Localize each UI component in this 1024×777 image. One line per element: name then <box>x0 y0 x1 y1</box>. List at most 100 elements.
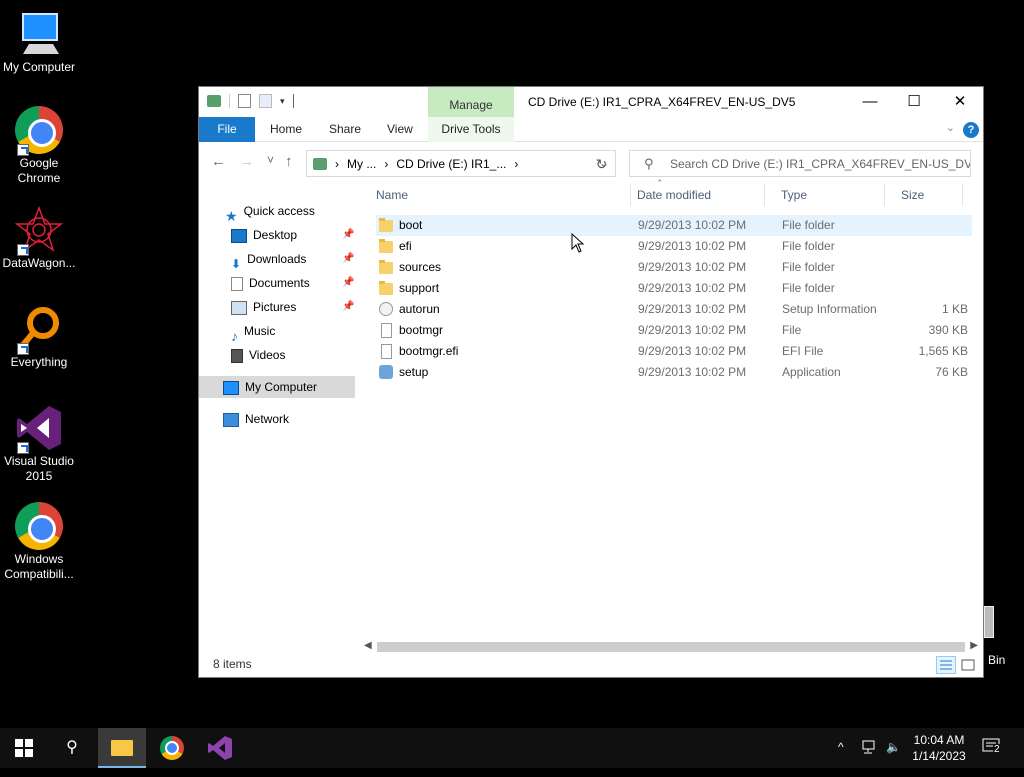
desktop-icon-datawagon[interactable]: DataWagon... <box>0 205 78 271</box>
taskbar-visual-studio[interactable] <box>196 728 244 768</box>
breadcrumb-separator-icon[interactable]: › <box>384 157 388 171</box>
action-center-button[interactable]: 2 <box>982 738 1006 758</box>
desktop-icon-google-chrome[interactable]: Google Chrome <box>0 106 78 186</box>
search-icon: ⚲ <box>66 739 78 756</box>
file-date: 9/29/2013 10:02 PM <box>638 281 747 295</box>
tab-view[interactable]: View <box>375 117 425 142</box>
back-button[interactable]: ← <box>211 153 226 170</box>
nav-documents[interactable]: Documents 📌 <box>231 272 359 294</box>
documents-icon <box>231 276 243 291</box>
file-explorer-window: ▾ Manage CD Drive (E:) IR1_CPRA_X64FREV_… <box>198 86 984 678</box>
customize-toolbar-chevron-icon[interactable]: ▾ <box>280 96 285 107</box>
shortcut-arrow-icon <box>17 244 29 256</box>
start-button[interactable] <box>0 728 48 768</box>
volume-icon[interactable]: 🔈 <box>886 740 901 754</box>
tab-manage[interactable]: Manage <box>428 87 514 117</box>
file-row[interactable]: autorun 9/29/2013 10:02 PM Setup Informa… <box>376 299 972 320</box>
search-taskbar-button[interactable]: ⚲ <box>48 728 96 768</box>
nav-my-computer[interactable]: My Computer <box>199 376 355 398</box>
desktop-icon-visual-studio[interactable]: Visual Studio 2015 <box>0 404 78 484</box>
folder-icon <box>111 740 133 756</box>
breadcrumb-separator-icon[interactable]: › <box>335 157 339 171</box>
column-date-modified[interactable]: Date modified <box>621 184 765 206</box>
desktop-icon-windows-compatibility[interactable]: Windows Compatibili... <box>0 502 78 582</box>
file-date: 9/29/2013 10:02 PM <box>638 323 747 337</box>
taskbar-chrome[interactable] <box>148 728 196 768</box>
column-size[interactable]: Size <box>885 184 963 206</box>
file-row[interactable]: sources 9/29/2013 10:02 PM File folder <box>376 257 972 278</box>
file-row[interactable]: setup 9/29/2013 10:02 PM Application 76 … <box>376 362 972 383</box>
properties-icon[interactable] <box>238 94 251 108</box>
nav-desktop[interactable]: Desktop 📌 <box>231 224 359 246</box>
pin-icon[interactable]: 📌 <box>342 272 354 294</box>
desktop-icon-everything[interactable]: Everything <box>0 305 78 370</box>
title-bar[interactable]: ▾ Manage CD Drive (E:) IR1_CPRA_X64FREV_… <box>199 87 983 117</box>
file-icon <box>381 344 392 359</box>
nav-pictures[interactable]: Pictures 📌 <box>231 296 359 318</box>
nav-music[interactable]: ♪ Music <box>231 320 275 344</box>
visual-studio-icon <box>208 736 232 760</box>
file-date: 9/29/2013 10:02 PM <box>638 260 747 274</box>
scroll-left-icon[interactable]: ◀ <box>364 640 372 651</box>
breadcrumb-cd-drive[interactable]: CD Drive (E:) IR1_... <box>396 157 506 171</box>
pin-icon[interactable]: 📌 <box>342 248 354 270</box>
computer-icon <box>223 380 239 395</box>
recent-locations-button[interactable]: ˅ <box>267 153 274 167</box>
taskbar-file-explorer[interactable] <box>98 728 146 768</box>
expand-ribbon-chevron-icon[interactable]: ⌄ <box>946 121 955 134</box>
column-type[interactable]: Type <box>765 184 885 206</box>
address-bar[interactable]: › My ... › CD Drive (E:) IR1_... › ⌄ <box>306 150 616 177</box>
star-icon: ★ <box>225 207 238 224</box>
details-view-icon[interactable] <box>936 656 956 674</box>
breadcrumb-my-computer[interactable]: My ... <box>347 157 376 171</box>
maximize-button[interactable]: ☐ <box>891 87 937 117</box>
network-tray-icon[interactable] <box>862 740 878 757</box>
pin-icon[interactable]: 📌 <box>342 224 354 246</box>
desktop-icon-my-computer[interactable]: My Computer <box>0 10 78 75</box>
everything-magnifier-icon <box>15 305 63 355</box>
column-name[interactable]: Name <box>359 184 631 206</box>
tab-home[interactable]: Home <box>258 117 314 142</box>
show-hidden-icons-button[interactable]: ^ <box>838 740 844 754</box>
drive-small-icon <box>207 95 221 107</box>
file-icon <box>381 323 392 338</box>
refresh-button[interactable]: ↻ <box>588 150 616 177</box>
breadcrumb-separator-icon[interactable]: › <box>514 157 518 171</box>
notification-count-badge: 2 <box>993 744 1001 755</box>
navigation-bar: ← → ˅ ↑ › My ... › CD Drive (E:) IR1_...… <box>199 142 983 182</box>
horizontal-scrollbar[interactable]: ◀ ▶ <box>362 640 980 654</box>
tab-drive-tools[interactable]: Drive Tools <box>428 117 514 142</box>
nav-network[interactable]: Network <box>223 408 289 430</box>
file-date: 9/29/2013 10:02 PM <box>638 218 747 232</box>
new-folder-icon[interactable] <box>259 94 272 108</box>
clock[interactable]: 10:04 AM 1/14/2023 <box>908 732 970 764</box>
minimize-button[interactable]: — <box>847 87 893 117</box>
close-button[interactable]: ✕ <box>937 87 983 117</box>
tab-file[interactable]: File <box>199 117 255 142</box>
datawagon-icon <box>14 205 64 256</box>
file-type: Setup Information <box>782 302 877 316</box>
desktop-icon-label: Visual Studio 2015 <box>4 454 74 483</box>
scroll-right-icon[interactable]: ▶ <box>970 640 978 651</box>
file-row[interactable]: boot 9/29/2013 10:02 PM File folder <box>376 215 972 236</box>
up-button[interactable]: ↑ <box>285 153 293 170</box>
large-icons-view-icon[interactable] <box>958 656 978 674</box>
pin-icon[interactable]: 📌 <box>342 296 354 318</box>
nav-videos[interactable]: Videos <box>231 344 285 366</box>
shortcut-arrow-icon <box>17 442 29 454</box>
file-name: support <box>399 281 440 295</box>
help-icon[interactable]: ? <box>963 122 979 138</box>
search-input[interactable]: ⚲ Search CD Drive (E:) IR1_CPRA_X64FREV_… <box>629 150 971 177</box>
forward-button[interactable]: → <box>239 153 254 170</box>
tab-share[interactable]: Share <box>317 117 373 142</box>
file-size: 390 KB <box>928 323 968 337</box>
scrollbar-thumb[interactable] <box>377 642 965 652</box>
nav-downloads[interactable]: ⬇ Downloads 📌 <box>231 248 359 271</box>
network-icon <box>223 412 239 427</box>
file-row[interactable]: bootmgr 9/29/2013 10:02 PM File 390 KB <box>376 320 972 341</box>
recycle-bin-icon-partial[interactable]: Bin <box>984 606 1024 668</box>
file-row[interactable]: support 9/29/2013 10:02 PM File folder <box>376 278 972 299</box>
nav-quick-access[interactable]: ★ Quick access <box>225 200 315 224</box>
file-row[interactable]: bootmgr.efi 9/29/2013 10:02 PM EFI File … <box>376 341 972 362</box>
file-row[interactable]: efi 9/29/2013 10:02 PM File folder <box>376 236 972 257</box>
